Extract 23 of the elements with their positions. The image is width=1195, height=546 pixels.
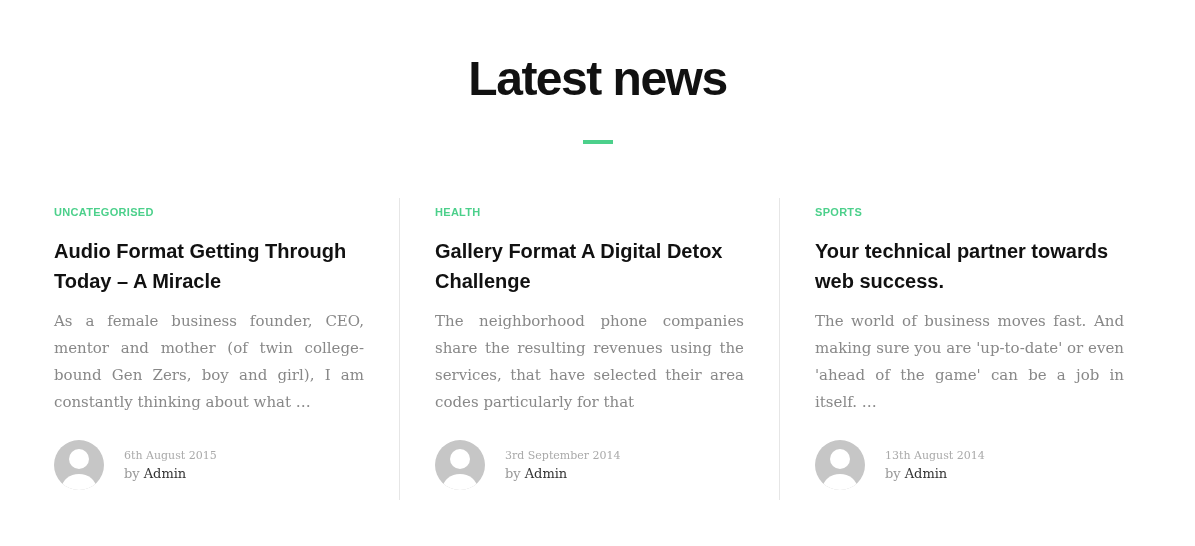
author-link[interactable]: Admin: [904, 466, 948, 481]
post-title: Audio Format Getting Through Today – A Miracle: [54, 239, 348, 294]
post-excerpt: The neighborhood phone companies share the resulting revenues using the services, that have selected their area codes particularly for that: [435, 311, 744, 413]
author-link[interactable]: Admin: [524, 466, 568, 481]
post-date: 6th August 2015: [124, 449, 217, 462]
post-title: Your technical partner towards web success.: [815, 239, 1110, 294]
by-label: by: [124, 466, 140, 481]
post-excerpt: As a female business founder, CEO, mentor and mother (of twin college-bound Gen Zers, boy and girl), I am constantly thinking about what …: [54, 311, 364, 413]
avatar-icon: [815, 440, 865, 490]
by-label: by: [505, 466, 521, 481]
post-excerpt: The world of business moves fast. And making sure you are 'up-to-date' or even 'ahead of the game' can be a job in itself. …: [815, 311, 1124, 413]
post-title: Gallery Format A Digital Detox Challenge: [435, 239, 724, 294]
post-date: 3rd September 2014: [505, 449, 621, 462]
section-heading: Latest news: [468, 51, 727, 107]
post-date: 13th August 2014: [885, 449, 985, 462]
by-label: by: [885, 466, 901, 481]
author-link[interactable]: Admin: [143, 466, 187, 481]
heading-underline: [582, 140, 613, 144]
avatar-icon: [54, 440, 104, 490]
post-category: SPORTS: [815, 206, 864, 218]
post-category: HEALTH: [435, 206, 482, 218]
avatar-icon: [435, 440, 485, 490]
post-category: UNCATEGORISED: [54, 206, 155, 218]
